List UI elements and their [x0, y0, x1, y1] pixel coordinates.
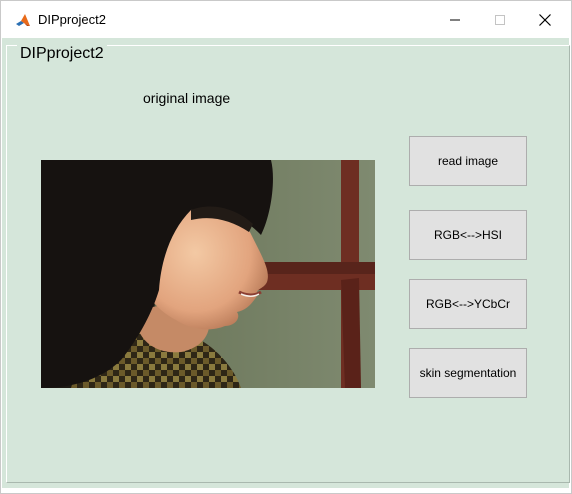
original-image-label: original image	[143, 90, 231, 106]
original-image-axes	[41, 160, 375, 388]
title-bar[interactable]: DIPproject2	[1, 1, 571, 38]
maximize-button[interactable]	[477, 1, 523, 38]
skin-segmentation-button[interactable]: skin segmentation	[409, 348, 527, 398]
figure-client-area: DIPproject2 original image read image RG…	[2, 38, 570, 488]
read-image-button[interactable]: read image	[409, 136, 527, 186]
maximize-icon	[495, 14, 505, 25]
app-window: DIPproject2 DIPproject2 original image r…	[0, 0, 572, 494]
close-icon	[539, 13, 551, 26]
portrait-photo	[41, 160, 375, 388]
minimize-button[interactable]	[432, 1, 478, 38]
minimize-icon	[450, 19, 460, 20]
rgb-hsi-button[interactable]: RGB<-->HSI	[409, 210, 527, 260]
window-title: DIPproject2	[38, 12, 106, 27]
close-button[interactable]	[522, 1, 568, 38]
matlab-icon	[15, 12, 31, 28]
rgb-ycbcr-button[interactable]: RGB<-->YCbCr	[409, 279, 527, 329]
panel-title: DIPproject2	[17, 45, 107, 62]
